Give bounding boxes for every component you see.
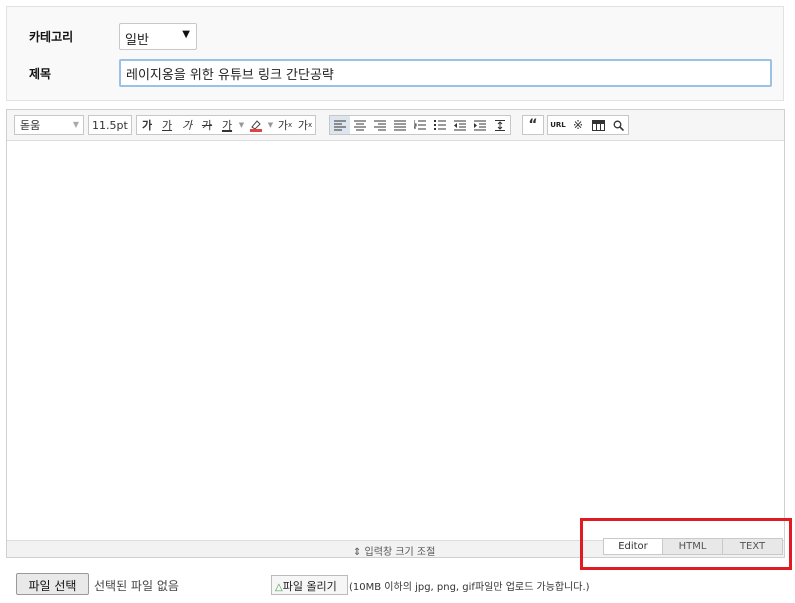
rich-text-editor: 돋움 ▼ 11.5pt 가 가 가 가 가 ▼ ▼ 가x 가 x “ URL ※…: [6, 109, 785, 558]
font-family-value: 돋움: [20, 119, 41, 132]
line-height-button[interactable]: [490, 116, 510, 134]
find-button[interactable]: [608, 116, 628, 134]
special-char-icon[interactable]: ※: [568, 116, 588, 134]
line-height-icon: [495, 119, 505, 131]
indent-button[interactable]: [470, 116, 490, 134]
outdent-icon: [454, 120, 466, 130]
strikethrough-button[interactable]: 가: [197, 116, 217, 134]
unordered-list-icon: [434, 119, 446, 130]
ordered-list-icon: [414, 119, 426, 129]
highlight-annotation-box: [580, 518, 792, 570]
editor-content-area[interactable]: [7, 141, 784, 540]
font-color-button[interactable]: 가: [217, 116, 237, 134]
insert-table-button[interactable]: [588, 116, 608, 134]
magnifier-icon: [613, 120, 624, 131]
upload-button-label: 파일 올리기: [282, 580, 337, 593]
dropdown-arrow-icon: ▼: [72, 120, 79, 129]
align-right-button[interactable]: [370, 116, 390, 134]
upload-file-button[interactable]: △파일 올리기: [271, 575, 348, 595]
highlight-color-button[interactable]: [246, 116, 266, 134]
superscript-label: 가: [277, 119, 288, 132]
superscript-button[interactable]: 가x: [275, 116, 295, 134]
subscript-label: 가: [297, 119, 308, 132]
subscript-button[interactable]: 가x: [295, 116, 315, 134]
ordered-list-button[interactable]: [410, 116, 430, 134]
insert-group: URL ※: [547, 115, 629, 135]
underline-button[interactable]: 가: [157, 116, 177, 134]
upload-note: (10MB 이하의 jpg, png, gif파일만 업로드 가능합니다.): [349, 582, 590, 593]
bold-button[interactable]: 가: [137, 116, 157, 134]
font-family-select[interactable]: 돋움 ▼: [14, 115, 84, 135]
align-left-icon: [334, 120, 346, 130]
text-style-group: 가 가 가 가 가 ▼ ▼ 가x 가x: [136, 115, 316, 135]
align-left-button[interactable]: [330, 116, 350, 134]
align-justify-icon: [394, 120, 406, 130]
indent-icon: [474, 120, 486, 130]
align-right-icon: [374, 120, 386, 130]
category-value: 일반: [125, 33, 149, 48]
font-size-value: 11.5pt: [92, 118, 128, 132]
dropdown-arrow-icon: ▼: [182, 29, 190, 40]
category-label: 카테고리: [29, 30, 74, 44]
outdent-button[interactable]: [450, 116, 470, 134]
italic-button[interactable]: 가: [177, 116, 197, 134]
subscript-mark: x: [307, 121, 313, 129]
category-select[interactable]: 일반 ▼: [119, 23, 197, 50]
table-icon: [591, 119, 605, 131]
font-size-select[interactable]: 11.5pt: [88, 115, 132, 135]
choose-file-button[interactable]: 파일 선택: [16, 573, 89, 595]
align-center-icon: [354, 120, 366, 130]
title-input[interactable]: 레이지옹을 위한 유튜브 링크 간단공략: [119, 59, 772, 87]
post-form: 카테고리 일반 ▼ 제목 레이지옹을 위한 유튜브 링크 간단공략: [6, 6, 784, 101]
quote-group: “: [522, 115, 544, 135]
font-color-dropdown-icon[interactable]: ▼: [237, 116, 246, 134]
superscript-mark: x: [287, 121, 293, 129]
paragraph-group: [329, 115, 511, 135]
unordered-list-button[interactable]: [430, 116, 450, 134]
align-center-button[interactable]: [350, 116, 370, 134]
upload-icon: △: [275, 582, 283, 593]
editor-toolbar: 돋움 ▼ 11.5pt 가 가 가 가 가 ▼ ▼ 가x 가 x “ URL ※: [7, 110, 784, 141]
quote-icon[interactable]: “: [523, 116, 543, 134]
resize-label: ⇕ 입력창 크기 조절: [353, 547, 436, 558]
highlight-dropdown-icon[interactable]: ▼: [266, 116, 275, 134]
highlighter-icon: [250, 120, 262, 132]
no-file-selected-text: 선택된 파일 없음: [94, 579, 179, 593]
title-label: 제목: [29, 67, 52, 81]
align-justify-button[interactable]: [390, 116, 410, 134]
insert-link-button[interactable]: URL: [548, 116, 568, 134]
